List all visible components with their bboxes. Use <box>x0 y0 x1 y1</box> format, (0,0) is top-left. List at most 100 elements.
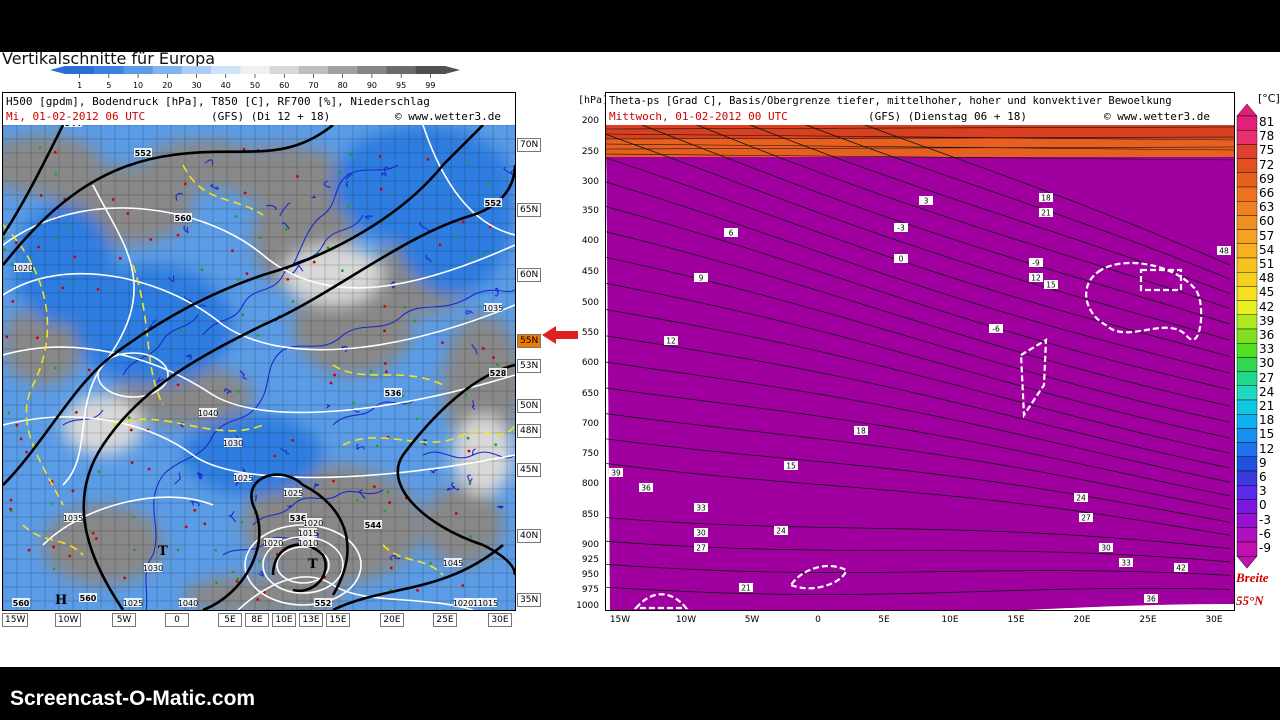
map-contour-label: 1035 <box>63 514 83 523</box>
colorbar-label: -3 <box>1259 512 1271 527</box>
map-latitude-label: 60N <box>517 268 542 282</box>
section-pressure-label: 550 <box>581 328 599 338</box>
colorbar-label: 0 <box>1259 498 1267 513</box>
cross-section-panel: Theta-ps [Grad C], Basis/Obergrenze tief… <box>605 92 1235 611</box>
rf-scale-tick-label: 40 <box>221 81 231 90</box>
rf-scale-tick-label: 70 <box>308 81 318 90</box>
section-latitude-caption: Breite <box>1236 570 1269 585</box>
page-canvas: Vertikalschnitte für Europa 1 5 10 20 30 40 50… <box>0 52 1280 667</box>
section-contour-label: -9 <box>1032 259 1040 268</box>
pressure-center-label: T <box>158 544 168 559</box>
synoptic-map-panel: H500 [gpdm], Bodendruck [hPa], T850 [C],… <box>2 92 516 611</box>
map-contour-label: 1035 <box>483 304 503 313</box>
section-contour-label: 39 <box>611 469 621 478</box>
map-contour-label: 560 <box>175 214 192 223</box>
map-contour-label: 560 <box>80 594 97 603</box>
section-pressure-label: 1000 <box>576 601 599 611</box>
map-contour-label: 1045 <box>443 559 463 568</box>
section-contour-label: 33 <box>696 504 706 513</box>
map-contour-label: 1020 <box>263 539 283 548</box>
colorbar-label: 72 <box>1259 157 1275 172</box>
map-latitude-label: 70N <box>517 138 542 152</box>
map-latitude-label: 48N <box>517 424 542 438</box>
map-longitude-label: 10W <box>55 613 82 627</box>
section-contour-label: 30 <box>696 529 706 538</box>
section-longitude-label: 30E <box>1205 615 1223 625</box>
section-contour-label: 27 <box>1081 514 1091 523</box>
map-latitude-label: 50N <box>517 399 542 413</box>
synoptic-map-image: 5445525525605365285445365525605601035104… <box>3 125 515 610</box>
colorbar-label: 63 <box>1259 200 1275 215</box>
section-contour-label: 18 <box>856 427 866 436</box>
section-contour-label: 15 <box>1046 281 1056 290</box>
map-contour-label: 1030 <box>223 439 243 448</box>
map-contour-label: 544 <box>65 125 82 128</box>
map-header-date: Mi, 01-02-2012 06 UTC <box>6 110 146 123</box>
section-contour-label: -3 <box>897 224 905 233</box>
map-longitude-label: 5W <box>112 613 136 627</box>
map-contour-label: 552 <box>135 149 152 158</box>
colorbar-label: 78 <box>1259 129 1275 144</box>
map-latitude-label: 65N <box>517 203 542 217</box>
section-pressure-label: 300 <box>581 177 599 187</box>
section-contour-label: 3 <box>924 197 929 206</box>
rf-scale-tick-label: 90 <box>367 81 377 90</box>
colorbar-unit: [°C] <box>1258 92 1280 105</box>
colorbar-label: 75 <box>1259 143 1275 158</box>
section-header-model: (GFS) (Dienstag 06 + 18) <box>868 110 1027 123</box>
map-contour-label: 1025 <box>283 489 303 498</box>
section-pressure-label: 950 <box>581 570 599 580</box>
colorbar-label: 18 <box>1259 413 1275 428</box>
section-longitude-label: 15W <box>609 615 631 625</box>
colorbar-label: -6 <box>1259 526 1271 541</box>
map-contour-label: 1040 <box>198 409 218 418</box>
section-pressure-label: 850 <box>581 510 599 520</box>
colorbar-label: 54 <box>1259 242 1275 257</box>
section-longitude-label: 10E <box>941 615 959 625</box>
map-latitude-label: 40N <box>517 529 542 543</box>
section-contour-label: -6 <box>992 325 1000 334</box>
section-pressure-label: 250 <box>581 147 599 157</box>
section-pressure-label: 750 <box>581 449 599 459</box>
section-contour-label: 0 <box>899 255 904 264</box>
colorbar-label: 60 <box>1259 214 1275 229</box>
section-pressure-label: 900 <box>581 540 599 550</box>
pressure-center-label: H <box>55 593 67 608</box>
section-header-site: © www.wetter3.de <box>1104 110 1210 123</box>
colorbar-label: 66 <box>1259 186 1275 200</box>
colorbar-label: 57 <box>1259 228 1275 243</box>
map-header-site: © www.wetter3.de <box>395 110 501 123</box>
map-contour-label: 552 <box>485 199 502 208</box>
map-longitude-label: 8E <box>245 613 269 627</box>
map-longitude-label: 15E <box>326 613 350 627</box>
map-latitude-label: 45N <box>517 463 542 477</box>
map-header-model: (GFS) (Di 12 + 18) <box>211 110 331 123</box>
section-pressure-label: 650 <box>581 389 599 399</box>
colorbar-label: 3 <box>1259 484 1267 499</box>
map-longitude-label: 13E <box>299 613 323 627</box>
section-pressure-label: 975 <box>581 585 599 595</box>
colorbar-label: 69 <box>1259 171 1275 186</box>
map-latitude-label: 55N <box>517 334 542 348</box>
map-contour-label: 1040 <box>178 599 198 608</box>
rf-scale-tick-label: 5 <box>106 81 111 90</box>
section-units: [hPa] <box>578 95 609 106</box>
map-contour-label: 1010 <box>298 539 318 548</box>
colorbar-label: 6 <box>1259 470 1267 484</box>
colorbar-label: 81 <box>1259 115 1275 129</box>
map-longitude-label: 0 <box>165 613 189 627</box>
pressure-center-label: T <box>308 557 318 572</box>
section-contour-label: 12 <box>666 337 676 346</box>
section-pressure-label: 600 <box>581 358 599 368</box>
cross-section-image: 393633302724211815129630-3-6-91215182124… <box>606 125 1234 610</box>
section-contour-label: 6 <box>729 229 734 238</box>
section-contour-label: 36 <box>1146 595 1156 604</box>
map-longitude-label: 25E <box>433 613 457 627</box>
colorbar-label: 51 <box>1259 257 1275 271</box>
section-contour-label: 42 <box>1176 564 1186 573</box>
map-latitude-label: 53N <box>517 359 542 373</box>
colorbar-label: 48 <box>1259 271 1275 286</box>
rf-scale-tick-label: 80 <box>338 81 348 90</box>
rf-scale-tick-label: 1 <box>77 81 82 90</box>
rf-scale-tick-label: 20 <box>162 81 172 90</box>
